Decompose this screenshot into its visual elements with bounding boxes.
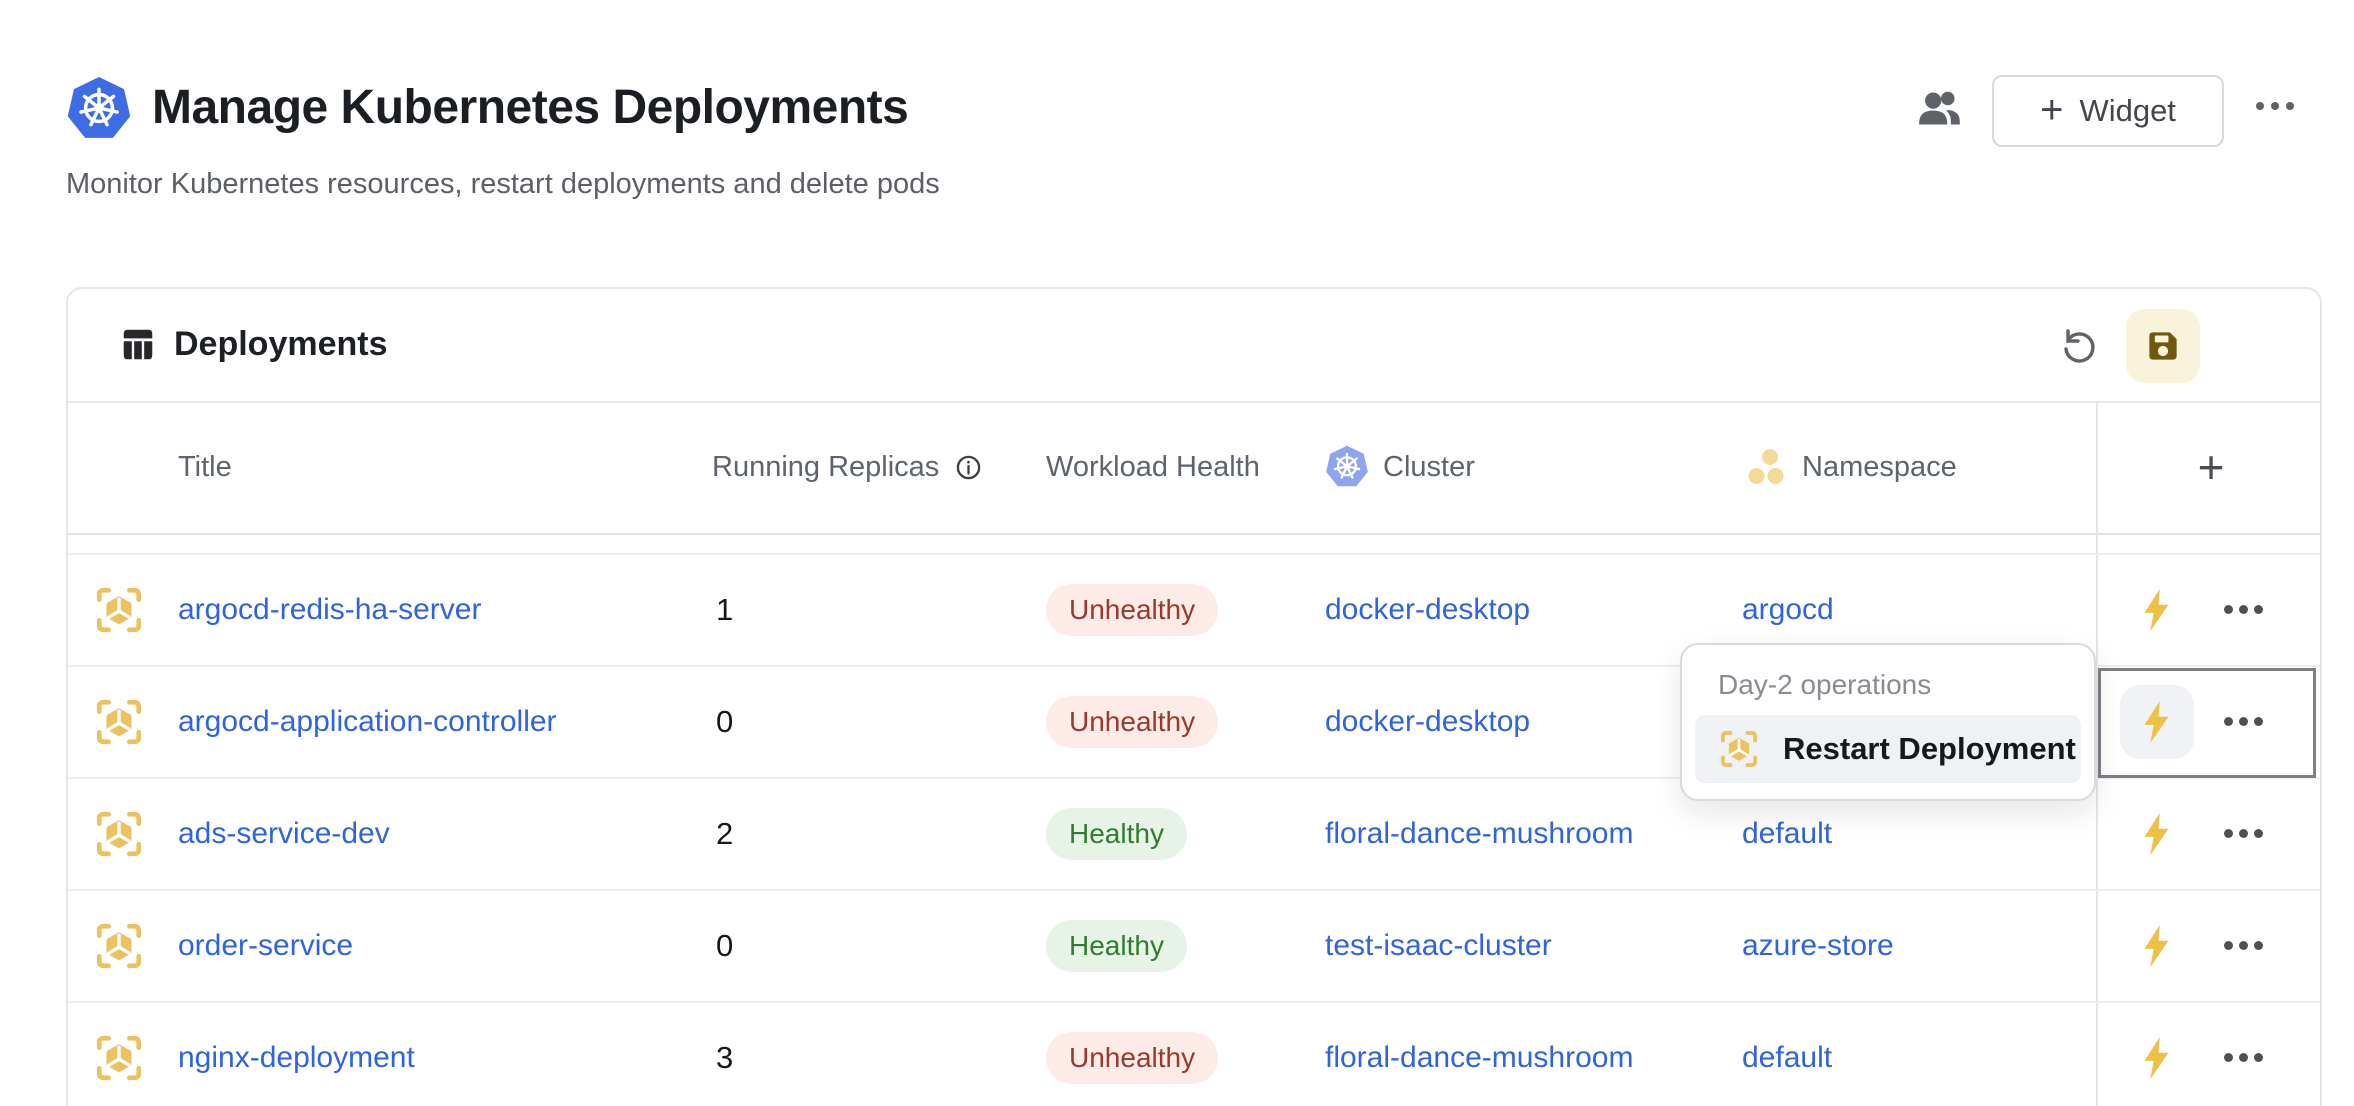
save-button[interactable] [2126,309,2200,383]
health-badge: Healthy [1046,920,1187,972]
deployment-title-link[interactable]: argocd-application-controller [178,667,557,777]
deployment-icon [92,1031,146,1085]
health-badge: Unhealthy [1046,584,1218,636]
workload-health-cell: Unhealthy [1046,667,1218,777]
health-badge: Healthy [1046,808,1187,860]
health-badge: Unhealthy [1046,696,1218,748]
add-widget-label: Widget [2079,93,2175,129]
cluster-link[interactable]: floral-dance-mushroom [1325,1003,1633,1106]
add-widget-button[interactable]: + Widget [1992,75,2224,147]
page-title: Manage Kubernetes Deployments [152,80,908,135]
cluster-link[interactable]: floral-dance-mushroom [1325,779,1633,889]
workload-health-cell: Healthy [1046,779,1187,889]
info-icon[interactable] [955,454,982,481]
row-more-menu-icon[interactable] [2224,605,2263,614]
plus-icon: + [2040,90,2063,130]
deployment-title-link[interactable]: argocd-redis-ha-server [178,555,481,665]
running-replicas-value: 1 [716,555,733,665]
table-icon [119,326,157,364]
card-header: Deployments [68,289,2320,403]
day2-operations-button[interactable] [2120,1021,2194,1095]
row-more-menu-icon[interactable] [2224,717,2263,726]
deployment-title-link[interactable]: order-service [178,891,353,1001]
users-icon[interactable] [1916,86,1966,132]
popup-header: Day-2 operations [1718,669,1931,701]
add-column-button[interactable]: + [2098,401,2324,533]
kubernetes-deployments-page: Manage Kubernetes Deployments Monitor Ku… [0,0,2354,1106]
table-row[interactable]: nginx-deployment 3 Unhealthy floral-danc… [68,1003,2320,1106]
card-title: Deployments [174,325,388,364]
column-cluster[interactable]: Cluster [1325,401,1475,533]
deployment-icon [92,583,146,637]
day2-operations-popup: Day-2 operations Restart Deployment [1680,643,2096,801]
deployment-title-link[interactable]: ads-service-dev [178,779,390,889]
table-header-row: Title Running Replicas Workload Health [68,401,2320,535]
workload-health-cell: Healthy [1046,891,1187,1001]
namespace-link[interactable]: default [1742,1003,1832,1106]
namespace-link[interactable]: azure-store [1742,891,1894,1001]
day2-operations-button[interactable] [2120,685,2194,759]
table-rows: argocd-redis-ha-server 1 Unhealthy docke… [68,533,2320,1106]
deployment-icon [92,919,146,973]
table-row[interactable]: order-service 0 Healthy test-isaac-clust… [68,891,2320,1003]
partially-scrolled-row [68,533,2320,555]
row-more-menu-icon[interactable] [2224,941,2263,950]
workload-health-cell: Unhealthy [1046,555,1218,665]
health-badge: Unhealthy [1046,1032,1218,1084]
running-replicas-value: 2 [716,779,733,889]
deployment-icon [92,695,146,749]
restart-deployment-label: Restart Deployment [1783,731,2076,767]
deployment-icon [92,807,146,861]
running-replicas-value: 0 [716,891,733,1001]
day2-operations-button[interactable] [2120,909,2194,983]
column-workload-health[interactable]: Workload Health [1046,401,1260,533]
kubernetes-cluster-icon [1325,445,1369,489]
cluster-link[interactable]: docker-desktop [1325,555,1530,665]
restart-deployment-item[interactable]: Restart Deployment [1695,715,2081,783]
day2-operations-button[interactable] [2120,797,2194,871]
namespace-icon [1746,446,1788,488]
column-namespace[interactable]: Namespace [1746,401,1957,533]
row-more-menu-icon[interactable] [2224,829,2263,838]
day2-operations-button[interactable] [2120,573,2194,647]
cluster-link[interactable]: test-isaac-cluster [1325,891,1552,1001]
cluster-link[interactable]: docker-desktop [1325,667,1530,777]
page-subtitle: Monitor Kubernetes resources, restart de… [66,168,940,201]
page-more-menu-icon[interactable] [2256,102,2294,110]
deployment-title-link[interactable]: nginx-deployment [178,1003,415,1106]
column-title[interactable]: Title [178,401,232,533]
row-more-menu-icon[interactable] [2224,1053,2263,1062]
workload-health-cell: Unhealthy [1046,1003,1218,1106]
running-replicas-value: 0 [716,667,733,777]
deployment-icon [1717,727,1761,771]
running-replicas-value: 3 [716,1003,733,1106]
kubernetes-icon [66,76,132,142]
undo-icon[interactable] [2056,323,2100,367]
column-running-replicas[interactable]: Running Replicas [712,401,982,533]
